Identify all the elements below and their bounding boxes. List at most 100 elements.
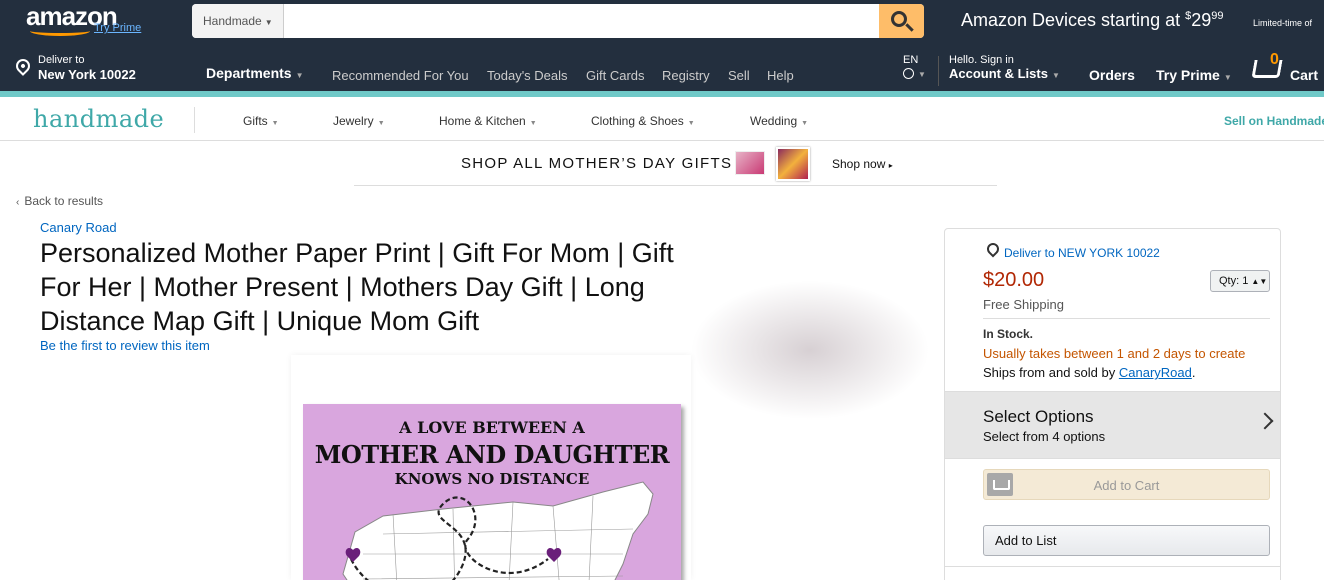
promo-product-image	[776, 147, 810, 181]
search-icon-handle	[905, 23, 914, 32]
caret-down-icon: ▼	[271, 120, 279, 127]
handmade-link-label: Jewelry	[333, 114, 374, 128]
deliver-to-label: Deliver to	[38, 54, 85, 66]
chevron-right-icon: ▸	[888, 161, 893, 170]
nav-link-todays-deals[interactable]: Today's Deals	[487, 68, 568, 83]
nav-link-gift-cards[interactable]: Gift Cards	[586, 68, 645, 83]
ships-suffix: .	[1191, 365, 1196, 380]
back-to-results-label: Back to results	[24, 194, 104, 208]
shipping-info: Free Shipping	[983, 297, 1064, 312]
handmade-link-label: Clothing & Shoes	[591, 114, 684, 128]
handmade-link-home-kitchen[interactable]: Home & Kitchen ▼	[439, 114, 537, 128]
product-image[interactable]: A LOVE BETWEEN A MOTHER AND DAUGHTER KNO…	[291, 355, 691, 580]
globe-icon	[903, 68, 914, 79]
nav-link-registry[interactable]: Registry	[662, 68, 710, 83]
handmade-link-label: Home & Kitchen	[439, 114, 526, 128]
ships-prefix: Ships from and sold by	[983, 365, 1119, 380]
promo-shop-now-link[interactable]: Shop now ▸	[832, 157, 893, 171]
handmade-link-label: Wedding	[750, 114, 798, 128]
language-label: EN	[903, 54, 919, 66]
cart-label: Cart	[1290, 67, 1319, 83]
quantity-select[interactable]: Qty: 1 ▲▼	[1210, 270, 1270, 292]
caret-down-icon: ▼	[918, 70, 926, 79]
select-options-subtitle: Select from 4 options	[983, 429, 1106, 444]
handmade-logo[interactable]: handmade	[33, 105, 164, 133]
search-category-dropdown[interactable]: Handmade ▼	[192, 4, 284, 38]
try-prime-menu[interactable]: Try Prime ▼	[1156, 67, 1232, 83]
top-navbar: amazon Try Prime Handmade ▼ Amazon Device…	[0, 0, 1324, 48]
caret-down-icon: ▼	[264, 18, 273, 27]
nav-link-recommended[interactable]: Recommended For You	[332, 68, 469, 83]
caret-down-icon: ▼	[1223, 73, 1232, 82]
nav-link-sell[interactable]: Sell	[728, 68, 750, 83]
chevron-left-icon: ‹	[16, 197, 20, 208]
select-options-button[interactable]: Select Options Select from 4 options	[945, 391, 1280, 459]
first-review-link[interactable]: Be the first to review this item	[40, 338, 210, 353]
devices-promo-text: Amazon Devices starting at	[961, 10, 1186, 30]
caret-down-icon: ▼	[529, 120, 537, 127]
price: $20.00	[983, 269, 1045, 291]
handmade-link-gifts[interactable]: Gifts ▼	[243, 114, 279, 128]
divider	[938, 56, 939, 86]
devices-promo-cents: 99	[1211, 10, 1224, 22]
handmade-link-clothing-shoes[interactable]: Clothing & Shoes ▼	[591, 114, 695, 128]
buybox-deliver-link[interactable]: Deliver to NEW YORK 10022	[1004, 246, 1160, 260]
caret-down-icon: ▼	[1051, 71, 1060, 80]
departments-menu[interactable]: Departments ▼	[206, 65, 304, 81]
chevron-right-icon	[1256, 412, 1274, 430]
search-category-label: Handmade	[203, 14, 262, 28]
promo-text: SHOP ALL MOTHER’S DAY GIFTS	[461, 155, 733, 172]
amazon-smile-icon	[30, 26, 90, 36]
location-pin-icon	[984, 240, 1002, 258]
buy-box: Deliver to NEW YORK 10022 $20.00 Qty: 1 …	[944, 228, 1281, 580]
nav-secondary-bar: Deliver to New York 10022 Departments ▼ R…	[0, 48, 1324, 91]
account-menu[interactable]: Hello. Sign in Account & Lists ▼	[949, 54, 1060, 81]
nav-link-help[interactable]: Help	[767, 68, 794, 83]
select-options-title: Select Options	[983, 407, 1094, 426]
divider	[194, 107, 195, 133]
account-hello: Hello. Sign in	[949, 54, 1014, 66]
devices-promo-link[interactable]: Amazon Devices starting at $2999	[961, 10, 1224, 31]
mothers-day-promo-banner[interactable]: SHOP ALL MOTHER’S DAY GIFTS Shop now ▸	[354, 143, 997, 186]
brand-link[interactable]: Canary Road	[40, 220, 117, 235]
language-selector[interactable]: EN ▼	[903, 54, 926, 80]
stepper-icon: ▲▼	[1251, 277, 1268, 286]
back-to-results-link[interactable]: ‹ Back to results	[16, 194, 103, 208]
image-caption-line1: A LOVE BETWEEN A	[399, 418, 585, 437]
search-input[interactable]	[284, 4, 879, 38]
seller-link[interactable]: CanaryRoad	[1119, 365, 1192, 380]
sell-on-handmade-link[interactable]: Sell on Handmade	[1224, 114, 1324, 128]
decorative-shadow	[690, 280, 930, 420]
caret-down-icon: ▼	[801, 120, 809, 127]
try-prime-small-link[interactable]: Try Prime	[94, 22, 141, 34]
promo-shop-now-label: Shop now	[832, 157, 886, 171]
caret-down-icon: ▼	[377, 120, 385, 127]
handmade-link-wedding[interactable]: Wedding ▼	[750, 114, 808, 128]
image-caption-line2: MOTHER AND DAUGHTER	[314, 440, 670, 469]
handmade-link-jewelry[interactable]: Jewelry ▼	[333, 114, 385, 128]
account-lists-label: Account & Lists	[949, 66, 1048, 81]
promo-product-image	[735, 151, 765, 175]
quantity-label: Qty: 1	[1219, 275, 1249, 287]
production-time: Usually takes between 1 and 2 days to cr…	[983, 346, 1246, 361]
caret-down-icon: ▼	[295, 71, 304, 80]
handmade-subnav: handmade Gifts ▼ Jewelry ▼ Home & Kitchen ▼…	[0, 97, 1324, 141]
cart-count: 0	[1270, 51, 1279, 68]
departments-label: Departments	[206, 65, 292, 81]
devices-promo-whole: 29	[1191, 10, 1212, 30]
image-caption-line3: KNOWS NO DISTANCE	[394, 470, 590, 488]
search-bar: Handmade ▼	[192, 4, 924, 38]
caret-down-icon: ▼	[687, 120, 695, 127]
add-to-list-button[interactable]: Add to List	[983, 525, 1270, 556]
product-title: Personalized Mother Paper Print | Gift F…	[40, 238, 674, 336]
try-prime-label: Try Prime	[1156, 67, 1220, 83]
add-to-cart-label: Add to Cart	[1093, 478, 1160, 493]
search-button[interactable]	[879, 4, 924, 38]
handmade-link-label: Gifts	[243, 114, 268, 128]
product-card-artwork: A LOVE BETWEEN A MOTHER AND DAUGHTER KNO…	[303, 404, 681, 580]
stock-status: In Stock.	[983, 327, 1034, 341]
add-to-cart-button[interactable]: Add to Cart	[983, 469, 1270, 500]
orders-link[interactable]: Orders	[1089, 67, 1135, 83]
location-pin-icon	[13, 56, 33, 76]
limited-time-text: Limited-time of	[1253, 18, 1313, 28]
